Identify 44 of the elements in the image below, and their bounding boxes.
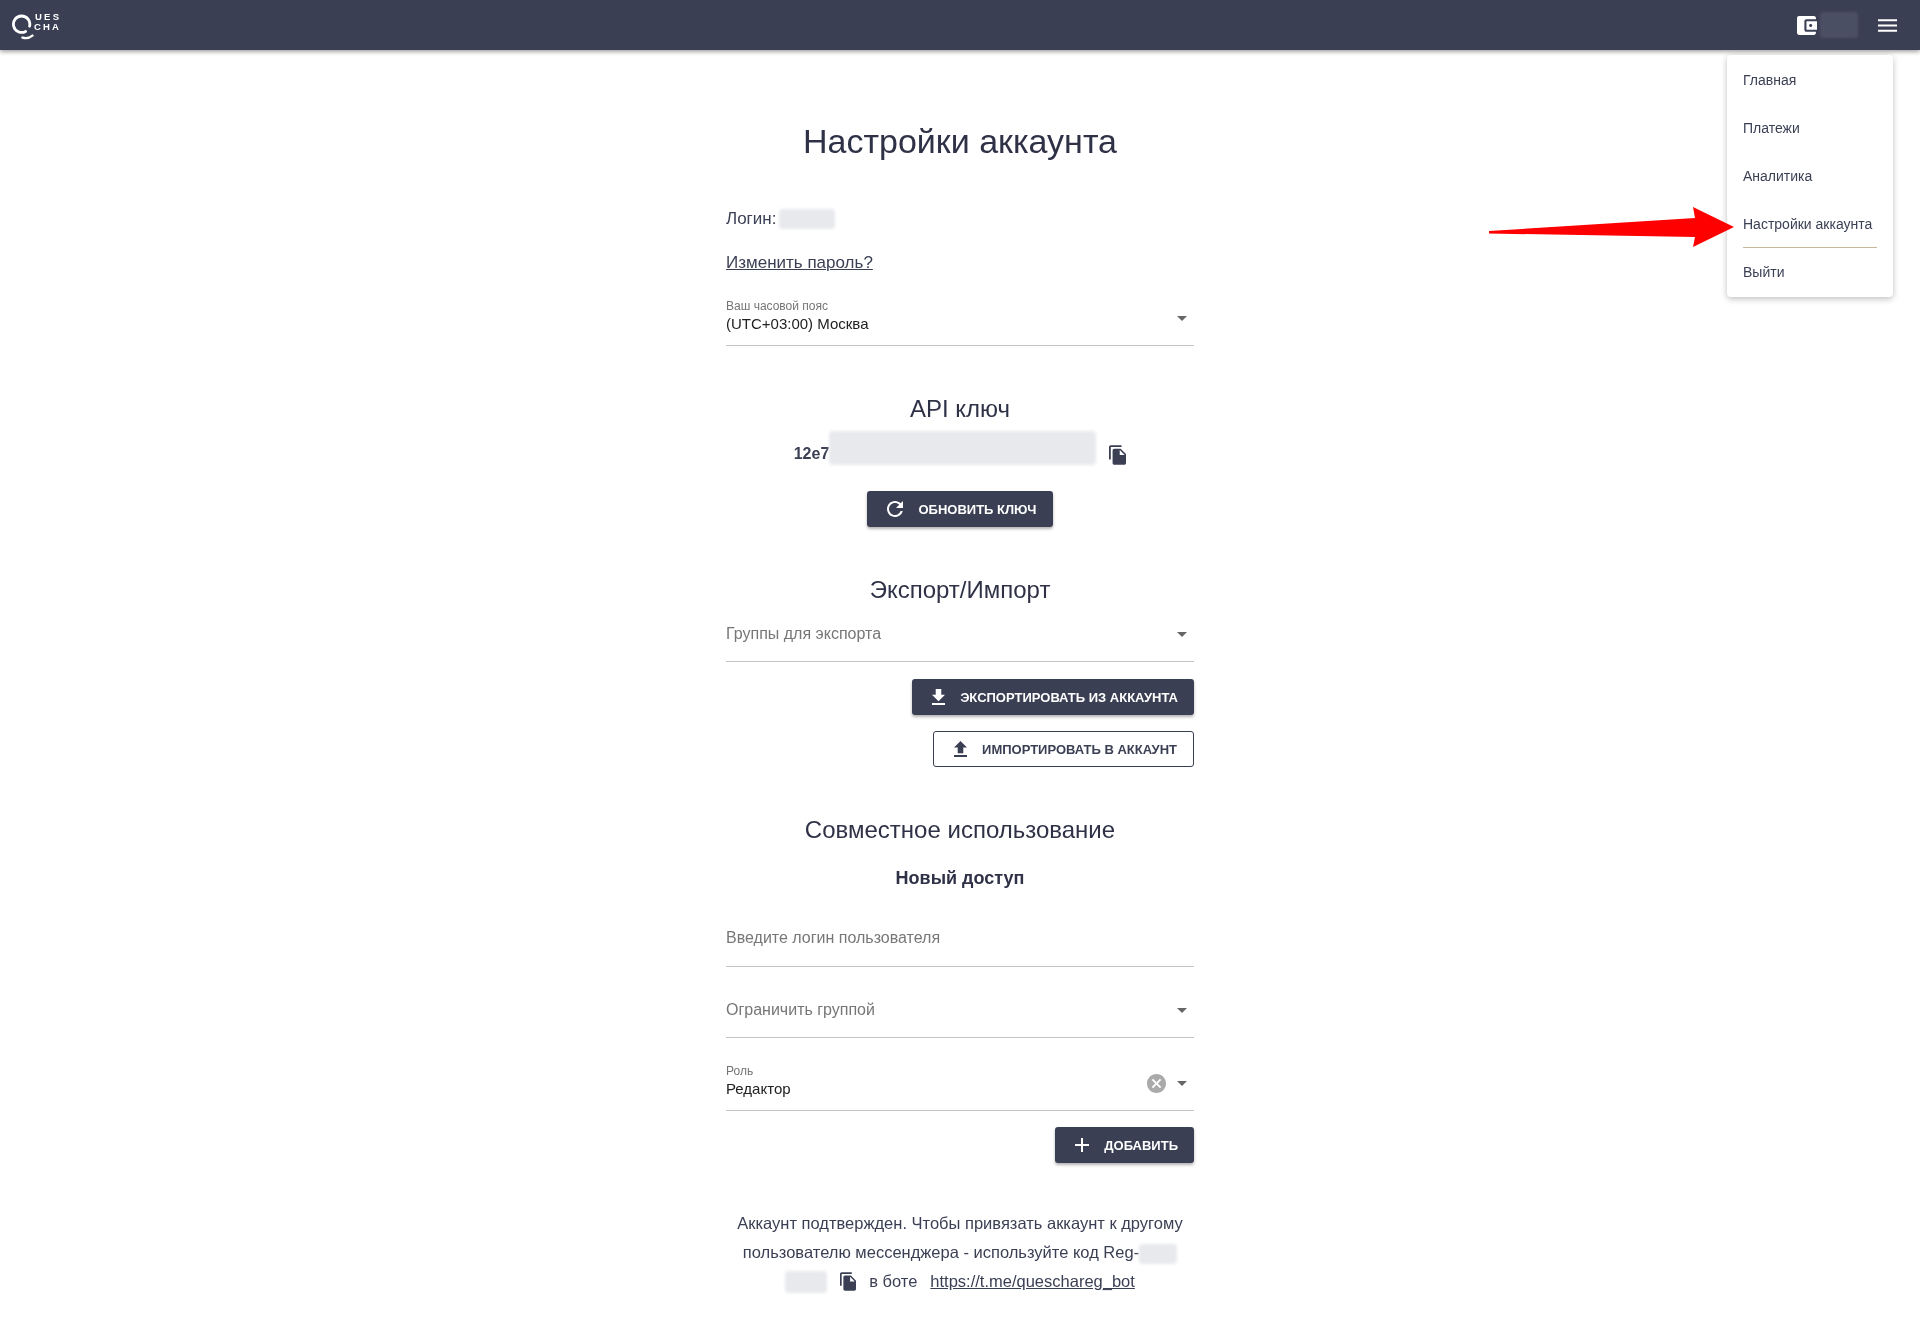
refresh-key-button[interactable]: ОБНОВИТЬ КЛЮЧ: [867, 491, 1053, 527]
copy-icon[interactable]: [840, 1272, 857, 1291]
dropdown-arrow-icon: [1177, 1080, 1187, 1086]
wallet-icon: [1797, 15, 1817, 35]
bot-label: в боте: [869, 1271, 918, 1292]
plus-icon: [1075, 1138, 1090, 1152]
dropdown-arrow-icon: [1177, 315, 1187, 321]
api-key-text: 12e7: [793, 444, 830, 464]
select-value: (UTC+03:00) Москва: [726, 314, 869, 334]
refresh-icon: [887, 501, 904, 517]
select-field[interactable]: Роль Редактор: [726, 1063, 1194, 1111]
section-title: Совместное использование: [803, 815, 1117, 845]
field-label: Ваш часовой пояс: [726, 298, 828, 314]
add-button[interactable]: ДОБАВИТЬ: [1055, 1127, 1194, 1163]
select-placeholder: Группы для экспорта: [726, 624, 882, 644]
field-label: Роль: [726, 1063, 754, 1079]
section-title: Экспорт/Импорт: [868, 575, 1052, 605]
menu-button[interactable]: [1878, 18, 1897, 32]
dropdown-arrow-icon: [1177, 631, 1187, 637]
menu-item[interactable]: Платежи: [1743, 104, 1877, 152]
upload-icon: [954, 741, 968, 757]
select-value: Редактор: [726, 1079, 791, 1099]
login-label: Логин:: [726, 208, 777, 230]
export-button[interactable]: ЭКСПОРТИРОВАТЬ ИЗ АККАУНТА: [912, 679, 1194, 715]
section-title: API ключ: [908, 394, 1012, 424]
menu-item[interactable]: Настройки аккаунта: [1743, 200, 1877, 248]
copy-icon[interactable]: [1109, 445, 1127, 465]
menu-item[interactable]: Выйти: [1743, 248, 1877, 296]
menu-item[interactable]: Аналитика: [1743, 152, 1877, 200]
menu-item[interactable]: Главная: [1743, 56, 1877, 104]
download-icon: [932, 689, 946, 705]
logo-text: UES CHA: [34, 11, 62, 33]
ring-logo-icon: [12, 12, 34, 40]
section-subtitle: Новый доступ: [894, 867, 1026, 890]
dropdown-arrow-icon: [1177, 1007, 1187, 1013]
bot-link[interactable]: https://t.me/queschareg_bot: [930, 1267, 1135, 1296]
select-field[interactable]: Группы для экспорта: [726, 614, 1194, 662]
menu-icon: [1878, 18, 1897, 32]
select-placeholder: Ограничить группой: [726, 1000, 875, 1020]
select-field[interactable]: Ограничить группой: [726, 990, 1194, 1038]
import-button[interactable]: ИМПОРТИРОВАТЬ В АККАУНТ: [933, 731, 1194, 767]
page-title: Настройки аккаунта: [802, 121, 1118, 161]
select-field[interactable]: Ваш часовой пояс (UTC+03:00) Москва: [726, 298, 1194, 346]
change-password-link[interactable]: Изменить пароль?: [726, 251, 873, 275]
